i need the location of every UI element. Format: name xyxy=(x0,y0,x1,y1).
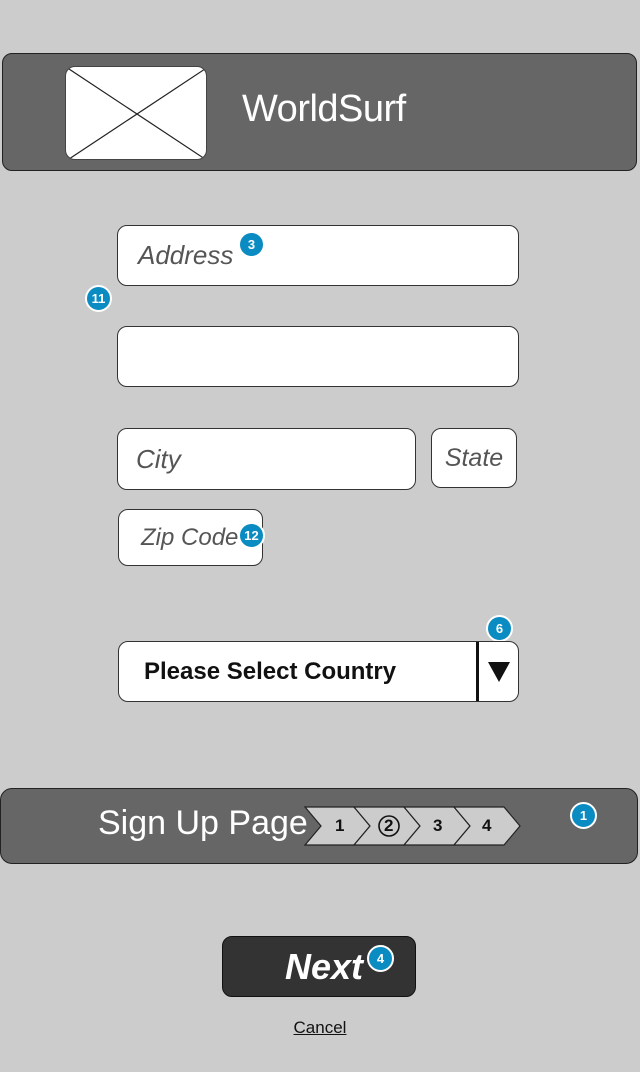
annotation-badge-next: 4 xyxy=(367,945,394,972)
address-line-2-input[interactable] xyxy=(117,326,519,387)
step-label-1: 1 xyxy=(335,816,345,835)
city-placeholder: City xyxy=(136,443,181,474)
app-title: WorldSurf xyxy=(242,88,406,130)
state-input[interactable]: State xyxy=(431,428,517,488)
annotation-badge-progress: 1 xyxy=(570,802,597,829)
country-select[interactable]: Please Select Country xyxy=(118,641,519,702)
address-input[interactable]: Address xyxy=(117,225,519,286)
annotation-badge-country: 6 xyxy=(486,615,513,642)
cancel-link[interactable]: Cancel xyxy=(260,1018,380,1038)
step-label-4: 4 xyxy=(482,816,492,835)
dropdown-triangle-icon[interactable] xyxy=(479,642,519,701)
next-button-label: Next xyxy=(284,945,364,987)
annotation-badge-address: 3 xyxy=(238,231,265,258)
address-placeholder: Address xyxy=(138,240,234,270)
step-label-3: 3 xyxy=(433,816,443,835)
city-input[interactable]: City xyxy=(117,428,416,490)
progress-title: Sign Up Page xyxy=(98,804,308,842)
state-placeholder: State xyxy=(444,443,504,472)
annotation-badge-zip: 12 xyxy=(238,522,265,549)
annotation-badge-form-group: 11 xyxy=(85,285,112,312)
zip-code-placeholder: Zip Code xyxy=(141,523,239,551)
image-placeholder-icon xyxy=(65,66,207,160)
country-select-value: Please Select Country xyxy=(144,657,397,685)
step-label-2: 2 xyxy=(384,816,394,835)
